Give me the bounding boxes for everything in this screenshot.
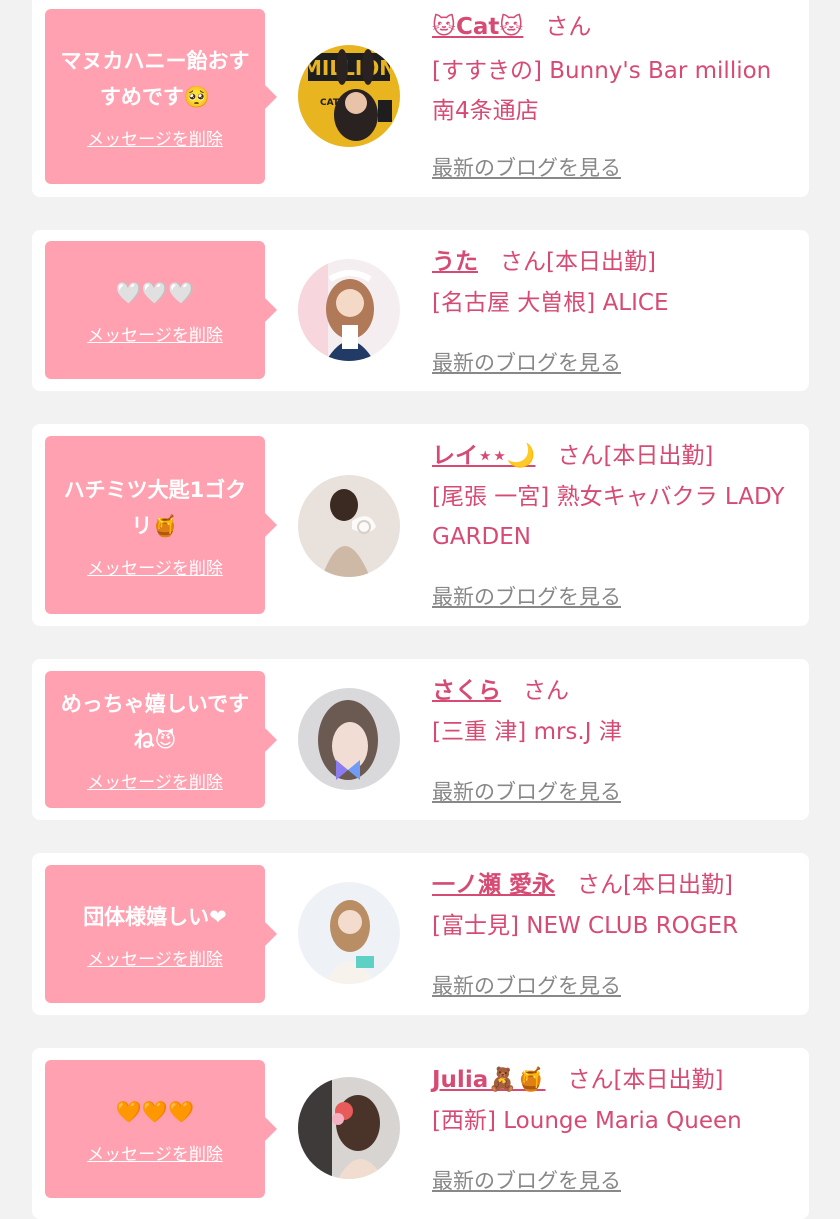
shop-info: [富士見] NEW CLUB ROGER (432, 913, 739, 939)
message-text: 団体様嬉しい❤ (83, 904, 227, 929)
cast-name-link[interactable]: さくら (432, 678, 501, 704)
message-bubble: 団体様嬉しい❤ メッセージを削除 (45, 865, 277, 1003)
latest-blog-link[interactable]: 最新のブログを見る (432, 776, 621, 806)
delete-message-link[interactable]: メッセージを削除 (87, 768, 223, 793)
honorific-status: さん (523, 678, 569, 704)
message-bubble: めっちゃ嬉しいですね😈 メッセージを削除 (45, 671, 277, 808)
honorific-status: さん[本日出勤] (557, 443, 714, 469)
honorific-status: さん[本日出勤] (500, 249, 656, 275)
cast-name-link[interactable]: Julia🧸🍯 (432, 1067, 546, 1093)
shop-info: [名古屋 大曽根] ALICE (432, 290, 669, 316)
cast-name-link[interactable]: うた (432, 249, 478, 275)
message-card: めっちゃ嬉しいですね😈 メッセージを削除 さくら さん [三重 津] mrs.J … (32, 659, 809, 820)
cast-name-link[interactable]: 🐱Cat🐱 (432, 14, 523, 40)
latest-blog-link[interactable]: 最新のブログを見る (432, 152, 621, 182)
profile-info: さくら さん [三重 津] mrs.J 津 (432, 677, 797, 752)
avatar[interactable] (298, 1077, 400, 1179)
delete-message-link[interactable]: メッセージを削除 (87, 554, 223, 579)
message-card: 🤍🤍🤍 メッセージを削除 うた さん[本日出勤] [名古屋 大曽根] ALICE … (32, 230, 809, 391)
message-text: 🤍🤍🤍 (115, 280, 195, 305)
delete-message-link[interactable]: メッセージを削除 (87, 945, 223, 970)
delete-message-link[interactable]: メッセージを削除 (87, 1140, 223, 1165)
latest-blog-link[interactable]: 最新のブログを見る (432, 1165, 621, 1195)
profile-info: 一ノ瀬 愛永 さん[本日出勤] [富士見] NEW CLUB ROGER (432, 871, 797, 946)
message-bubble: 🧡🧡🧡 メッセージを削除 (45, 1060, 277, 1198)
message-text: マヌカハニー飴おすすめです🥺 (60, 49, 250, 109)
name-row: さくら さん (432, 677, 797, 705)
message-bubble: ハチミツ大匙1ゴクリ🍯 メッセージを削除 (45, 436, 277, 614)
message-card: マヌカハニー飴おすすめです🥺 メッセージを削除 MILLION CAT 🐱Cat… (32, 0, 809, 197)
profile-info: 🐱Cat🐱 さん [すすきの] Bunny's Bar million 南4条通店 (432, 13, 797, 131)
name-row: Julia🧸🍯 さん[本日出勤] (432, 1066, 797, 1094)
shop-info: [三重 津] mrs.J 津 (432, 719, 622, 745)
honorific-status: さん[本日出勤] (577, 872, 733, 898)
message-text: ハチミツ大匙1ゴクリ🍯 (63, 477, 247, 538)
message-bubble: 🤍🤍🤍 メッセージを削除 (45, 241, 277, 379)
avatar[interactable] (298, 475, 400, 577)
delete-message-link[interactable]: メッセージを削除 (87, 125, 223, 150)
message-text: 🧡🧡🧡 (115, 1099, 195, 1124)
svg-text:CAT: CAT (320, 98, 340, 108)
honorific-status: さん (545, 14, 592, 40)
message-card: ハチミツ大匙1ゴクリ🍯 メッセージを削除 レイ⋆⋆🌙 さん[本日出勤] [尾張 一… (32, 424, 809, 626)
avatar[interactable]: MILLION CAT (298, 45, 400, 147)
delete-message-link[interactable]: メッセージを削除 (87, 321, 223, 346)
message-bubble: マヌカハニー飴おすすめです🥺 メッセージを削除 (45, 9, 277, 184)
avatar[interactable] (298, 259, 400, 361)
profile-info: レイ⋆⋆🌙 さん[本日出勤] [尾張 一宮] 熟女キャバクラ LADY GARDE… (432, 442, 797, 557)
svg-text:MILLION: MILLION (302, 56, 396, 80)
latest-blog-link[interactable]: 最新のブログを見る (432, 970, 621, 1000)
name-row: うた さん[本日出勤] (432, 248, 797, 276)
profile-info: うた さん[本日出勤] [名古屋 大曽根] ALICE (432, 248, 797, 323)
cast-name-link[interactable]: レイ⋆⋆🌙 (432, 443, 535, 469)
name-row: 🐱Cat🐱 さん (432, 13, 797, 41)
message-card: 団体様嬉しい❤ メッセージを削除 一ノ瀬 愛永 さん[本日出勤] [富士見] NE… (32, 853, 809, 1015)
shop-info: [尾張 一宮] 熟女キャバクラ LADY GARDEN (432, 484, 785, 550)
latest-blog-link[interactable]: 最新のブログを見る (432, 347, 621, 377)
avatar[interactable] (298, 882, 400, 984)
honorific-status: さん[本日出勤] (567, 1067, 724, 1093)
avatar[interactable] (298, 688, 400, 790)
profile-info: Julia🧸🍯 さん[本日出勤] [西新] Lounge Maria Queen (432, 1066, 797, 1141)
name-row: 一ノ瀬 愛永 さん[本日出勤] (432, 871, 797, 899)
name-row: レイ⋆⋆🌙 さん[本日出勤] (432, 442, 797, 470)
cast-name-link[interactable]: 一ノ瀬 愛永 (432, 872, 555, 898)
shop-info: [すすきの] Bunny's Bar million 南4条通店 (432, 58, 772, 124)
latest-blog-link[interactable]: 最新のブログを見る (432, 581, 621, 611)
message-text: めっちゃ嬉しいですね😈 (60, 692, 250, 752)
message-card: 🧡🧡🧡 メッセージを削除 Julia🧸🍯 さん[本日出勤] [西新] Lounge… (32, 1048, 809, 1219)
shop-info: [西新] Lounge Maria Queen (432, 1108, 742, 1134)
